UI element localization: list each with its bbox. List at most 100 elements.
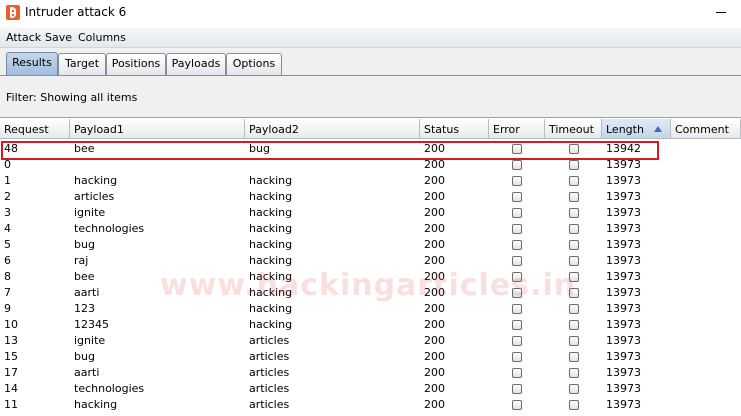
timeout-checkbox[interactable] [569,240,579,250]
column-header-payload1[interactable]: Payload1 [70,119,245,139]
menu-save[interactable]: Save [45,31,72,44]
cell-comment [671,365,675,381]
cell-comment [671,205,675,221]
table-row[interactable]: 3 ignite hacking 200 13973 [0,205,741,221]
timeout-checkbox[interactable] [569,320,579,330]
table-row[interactable]: 8 bee hacking 200 13973 [0,269,741,285]
cell-comment [671,285,675,301]
cell-payload2: hacking [249,190,293,203]
error-checkbox[interactable] [512,208,522,218]
timeout-checkbox[interactable] [569,400,579,410]
table-row[interactable]: 48 bee bug 200 13942 [0,141,741,157]
cell-request: 11 [4,398,18,411]
table-row[interactable]: 4 technologies hacking 200 13973 [0,221,741,237]
timeout-checkbox[interactable] [569,336,579,346]
cell-length: 13973 [606,174,641,187]
column-header-payload2[interactable]: Payload2 [245,119,420,139]
cell-payload2 [245,157,249,173]
tab-payloads[interactable]: Payloads [166,53,226,75]
cell-status: 200 [424,382,445,395]
column-header-comment[interactable]: Comment [671,119,741,139]
table-row[interactable]: 5 bug hacking 200 13973 [0,237,741,253]
timeout-checkbox[interactable] [569,368,579,378]
error-checkbox[interactable] [512,160,522,170]
error-checkbox[interactable] [512,384,522,394]
cell-payload2: hacking [249,238,293,251]
column-header-status[interactable]: Status [420,119,489,139]
table-row[interactable]: 0 200 13973 [0,157,741,173]
table-row[interactable]: 14 technologies articles 200 13973 [0,381,741,397]
minimize-icon[interactable] [711,4,731,20]
cell-length: 13973 [606,334,641,347]
window-title: Intruder attack 6 [25,5,127,19]
table-row[interactable]: 17 aarti articles 200 13973 [0,365,741,381]
timeout-checkbox[interactable] [569,208,579,218]
timeout-checkbox[interactable] [569,288,579,298]
table-row[interactable]: 15 bug articles 200 13973 [0,349,741,365]
table-row[interactable]: 13 ignite articles 200 13973 [0,333,741,349]
column-header-error[interactable]: Error [489,119,545,139]
timeout-checkbox[interactable] [569,384,579,394]
cell-request: 17 [4,366,18,379]
cell-comment [671,397,675,413]
timeout-checkbox[interactable] [569,224,579,234]
cell-payload2: articles [249,398,290,411]
timeout-checkbox[interactable] [569,304,579,314]
tab-options[interactable]: Options [226,53,282,75]
error-checkbox[interactable] [512,288,522,298]
table-row[interactable]: 11 hacking articles 200 13973 [0,397,741,413]
cell-request: 1 [4,174,11,187]
cell-status: 200 [424,398,445,411]
error-checkbox[interactable] [512,224,522,234]
menu-attack[interactable]: Attack [6,31,41,44]
error-checkbox[interactable] [512,320,522,330]
cell-payload1: 12345 [74,318,109,331]
table-row[interactable]: 1 hacking hacking 200 13973 [0,173,741,189]
error-checkbox[interactable] [512,240,522,250]
timeout-checkbox[interactable] [569,192,579,202]
timeout-checkbox[interactable] [569,144,579,154]
error-checkbox[interactable] [512,336,522,346]
column-header-length[interactable]: Length [602,119,671,139]
cell-comment [671,157,675,173]
cell-length: 13973 [606,158,641,171]
cell-payload2: hacking [249,206,293,219]
tab-results[interactable]: Results [6,52,58,76]
filter-bar[interactable]: Filter: Showing all items [0,76,741,118]
error-checkbox[interactable] [512,192,522,202]
timeout-checkbox[interactable] [569,256,579,266]
timeout-checkbox[interactable] [569,176,579,186]
error-checkbox[interactable] [512,368,522,378]
table-row[interactable]: 9 123 hacking 200 13973 [0,301,741,317]
cell-payload1: technologies [74,222,145,235]
tab-bar: Results Target Positions Payloads Option… [0,48,741,76]
cell-status: 200 [424,286,445,299]
cell-comment [671,349,675,365]
tab-positions[interactable]: Positions [106,53,166,75]
error-checkbox[interactable] [512,400,522,410]
table-row[interactable]: 10 12345 hacking 200 13973 [0,317,741,333]
table-row[interactable]: 2 articles hacking 200 13973 [0,189,741,205]
timeout-checkbox[interactable] [569,352,579,362]
timeout-checkbox[interactable] [569,272,579,282]
cell-payload2: hacking [249,254,293,267]
error-checkbox[interactable] [512,176,522,186]
cell-request: 2 [4,190,11,203]
cell-payload1: aarti [74,286,100,299]
error-checkbox[interactable] [512,304,522,314]
cell-payload2: hacking [249,318,293,331]
error-checkbox[interactable] [512,256,522,266]
cell-length: 13973 [606,302,641,315]
table-row[interactable]: 7 aarti hacking 200 13973 [0,285,741,301]
cell-comment [671,301,675,317]
error-checkbox[interactable] [512,272,522,282]
cell-length: 13973 [606,366,641,379]
menu-columns[interactable]: Columns [78,31,126,44]
error-checkbox[interactable] [512,352,522,362]
tab-target[interactable]: Target [58,53,106,75]
column-header-request[interactable]: Request [0,119,70,139]
timeout-checkbox[interactable] [569,160,579,170]
error-checkbox[interactable] [512,144,522,154]
table-row[interactable]: 6 raj hacking 200 13973 [0,253,741,269]
column-header-timeout[interactable]: Timeout [545,119,602,139]
